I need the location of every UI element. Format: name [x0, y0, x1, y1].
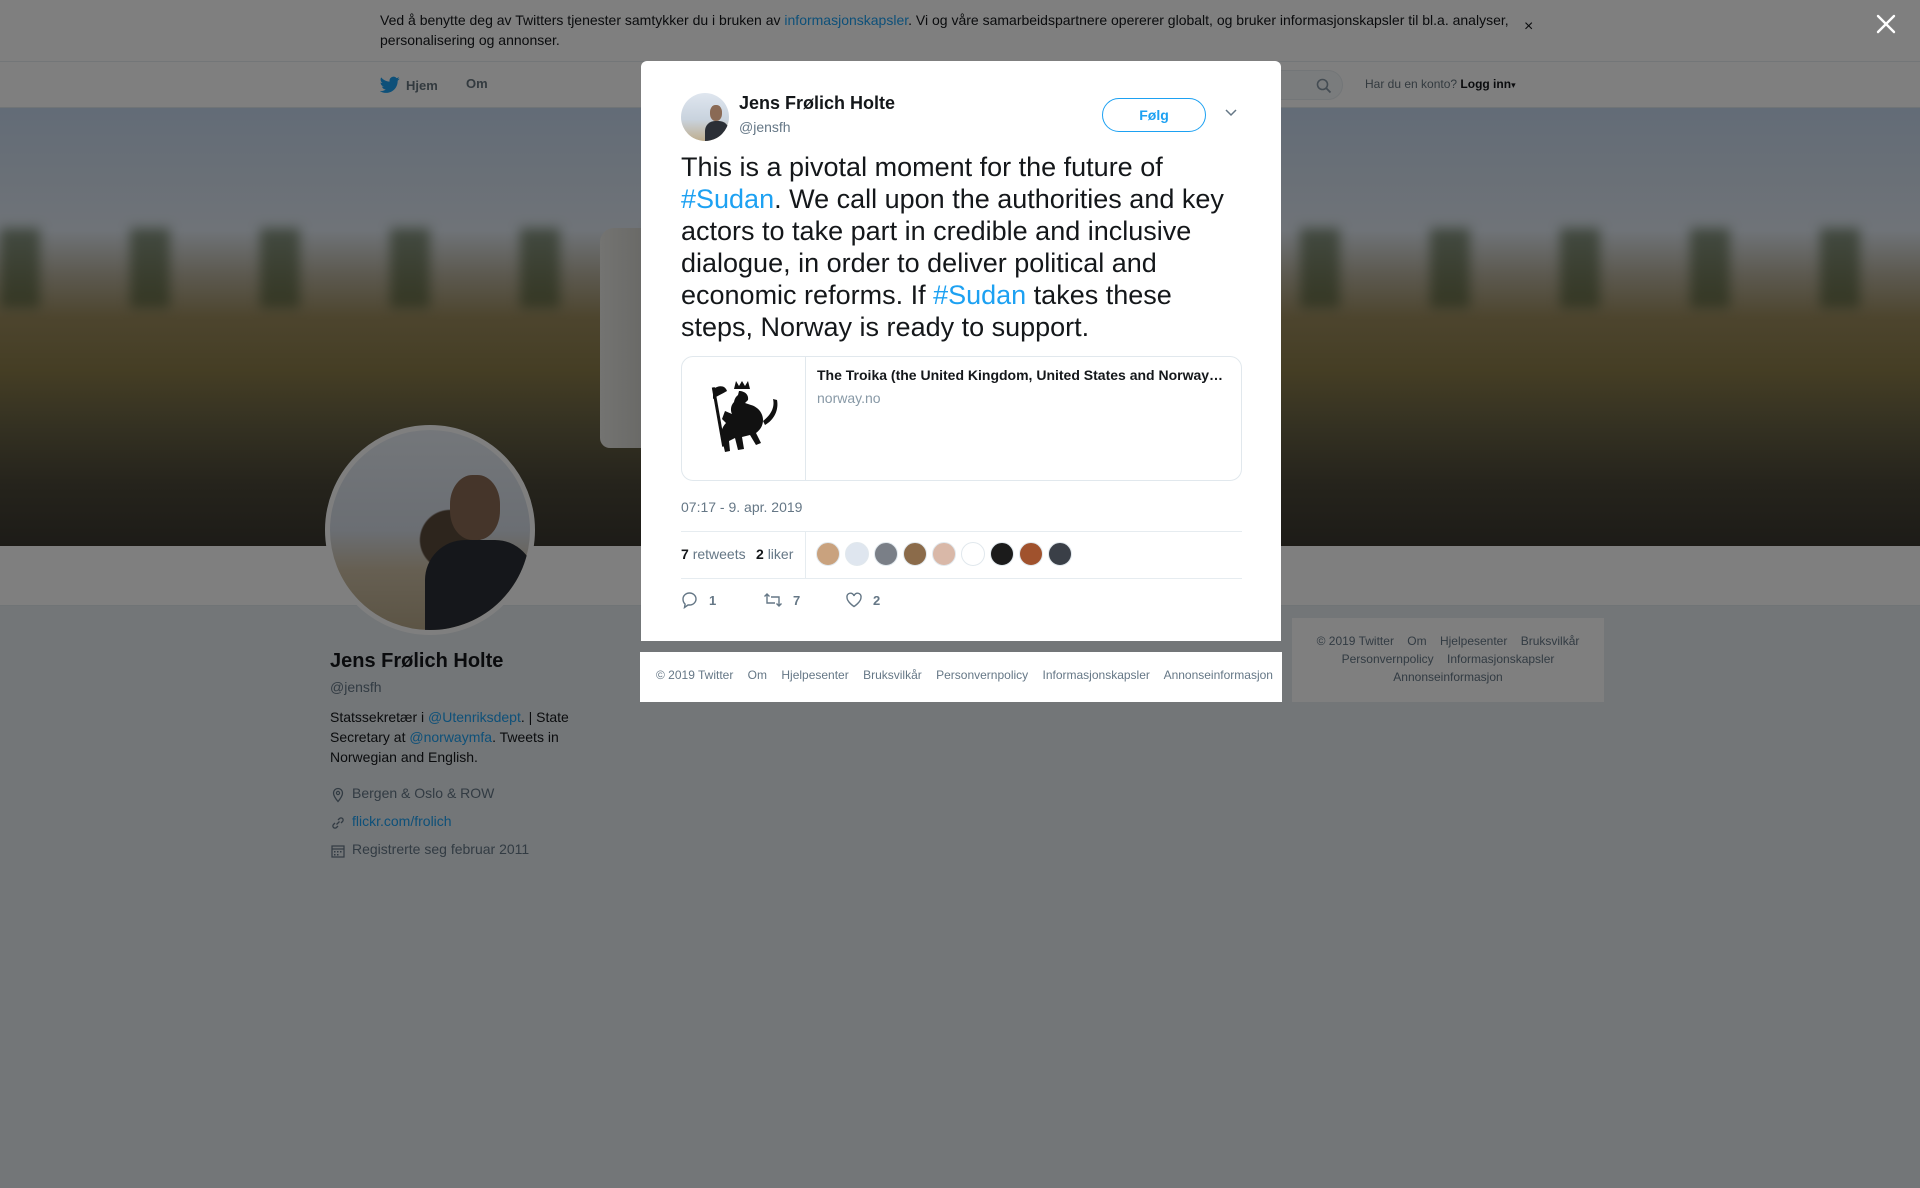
footer-cookies-link[interactable]: Informasjonskapsler [1043, 668, 1150, 682]
retweet-button[interactable]: 7 [763, 591, 845, 609]
liker-avatars [816, 542, 1072, 566]
tweet-text: This is a pivotal moment for the future … [681, 152, 1224, 342]
retweets-stat[interactable]: 7 retweets [681, 546, 746, 562]
liker-avatar[interactable] [845, 542, 869, 566]
footer-terms-link[interactable]: Bruksvilkår [863, 668, 922, 682]
like-button[interactable]: 2 [845, 591, 927, 609]
chevron-down-icon[interactable] [1224, 108, 1238, 118]
follow-button[interactable]: Følg [1102, 98, 1206, 132]
footer-ads-info-link[interactable]: Annonseinformasjon [1164, 668, 1273, 682]
link-preview-title[interactable]: The Troika (the United Kingdom, United S… [817, 367, 1227, 383]
hashtag-sudan-link[interactable]: #Sudan [681, 184, 774, 214]
link-preview-domain: norway.no [817, 390, 881, 406]
tweet-author-handle[interactable]: @jensfh [739, 119, 895, 135]
link-preview-card[interactable]: The Troika (the United Kingdom, United S… [681, 356, 1242, 481]
reply-button[interactable]: 1 [681, 591, 763, 609]
liker-avatar[interactable] [1019, 542, 1043, 566]
heart-icon [846, 592, 862, 608]
tweet-author[interactable]: Jens Frølich Holte @jensfh [739, 93, 895, 135]
tweet-author-name[interactable]: Jens Frølich Holte [739, 93, 895, 114]
liker-avatar[interactable] [1048, 542, 1072, 566]
tweet-actions: 1 7 2 [681, 591, 927, 609]
footer-help-link[interactable]: Hjelpesenter [781, 668, 848, 682]
liker-avatar[interactable] [903, 542, 927, 566]
norwegian-coat-of-arms-icon [682, 357, 806, 480]
footer-privacy-link[interactable]: Personvernpolicy [936, 668, 1028, 682]
modal-footer: © 2019 Twitter Om Hjelpesenter Bruksvilk… [640, 652, 1282, 702]
likes-stat[interactable]: 2 liker [756, 546, 793, 562]
close-icon[interactable] [1873, 11, 1899, 37]
liker-avatar[interactable] [990, 542, 1014, 566]
retweet-icon [764, 593, 782, 607]
liker-avatar[interactable] [961, 542, 985, 566]
hashtag-sudan-link[interactable]: #Sudan [933, 280, 1026, 310]
reply-icon [682, 592, 697, 609]
footer-about-link[interactable]: Om [748, 668, 767, 682]
liker-avatar[interactable] [816, 542, 840, 566]
liker-avatar[interactable] [874, 542, 898, 566]
footer-copyright: © 2019 Twitter [656, 668, 734, 682]
tweet-author-avatar[interactable] [681, 93, 729, 141]
tweet-modal: Jens Frølich Holte @jensfh Følg This is … [641, 61, 1281, 641]
liker-avatar[interactable] [932, 542, 956, 566]
tweet-stats: 7 retweets 2 liker [681, 531, 1242, 579]
tweet-timestamp[interactable]: 07:17 - 9. apr. 2019 [681, 499, 802, 515]
